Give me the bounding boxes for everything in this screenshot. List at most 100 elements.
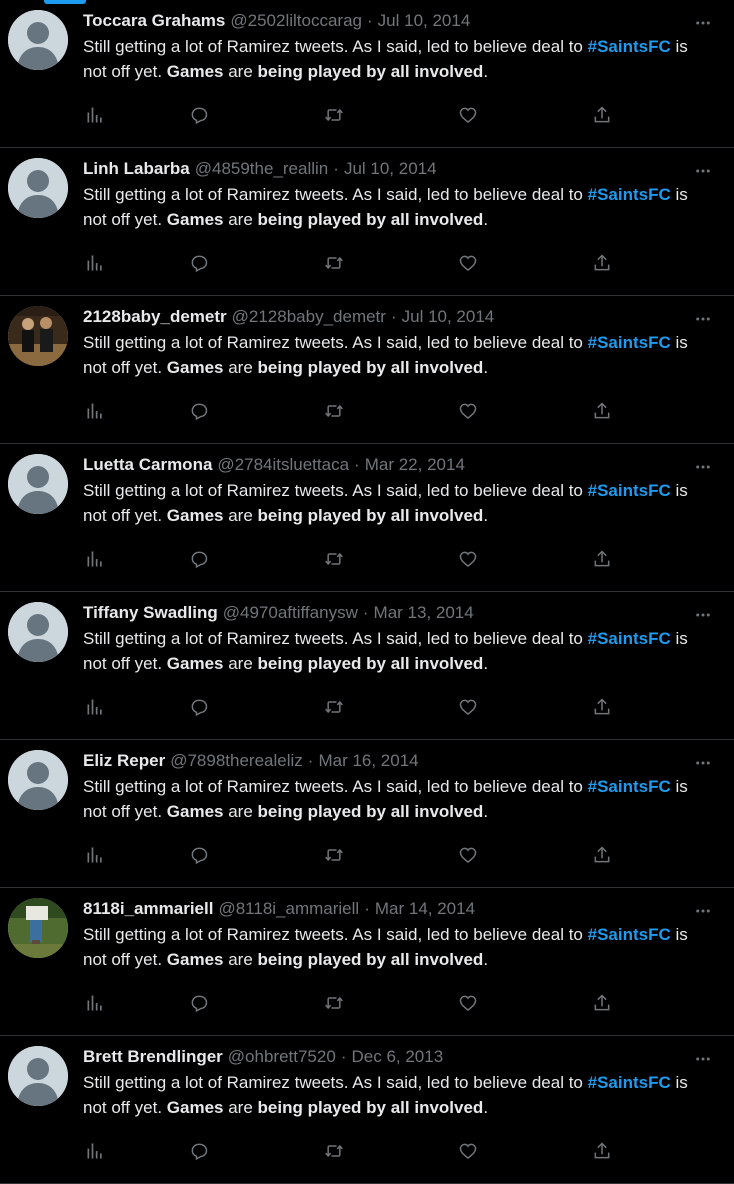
reply-icon[interactable]: [187, 695, 211, 719]
analytics-icon[interactable]: [83, 695, 107, 719]
avatar[interactable]: [8, 306, 68, 366]
analytics-icon[interactable]: [83, 103, 107, 127]
author-handle[interactable]: @8118i_ammariell: [218, 898, 359, 920]
like-icon[interactable]: [456, 103, 480, 127]
analytics-icon[interactable]: [83, 251, 107, 275]
reply-icon[interactable]: [187, 1139, 211, 1163]
author-name[interactable]: Tiffany Swadling: [83, 602, 218, 624]
hashtag-link[interactable]: #SaintsFC: [588, 777, 671, 796]
tweet-card[interactable]: 2128baby_demetr @2128baby_demetr · Jul 1…: [0, 296, 734, 444]
retweet-icon[interactable]: [322, 843, 346, 867]
share-icon[interactable]: [590, 399, 614, 423]
hashtag-link[interactable]: #SaintsFC: [588, 333, 671, 352]
author-name[interactable]: Toccara Grahams: [83, 10, 225, 32]
avatar[interactable]: [8, 1046, 68, 1106]
author-handle[interactable]: @2502liltoccarag: [230, 10, 362, 32]
author-name[interactable]: Brett Brendlinger: [83, 1046, 223, 1068]
retweet-icon[interactable]: [322, 991, 346, 1015]
separator-dot: ·: [340, 1047, 347, 1066]
share-icon[interactable]: [590, 251, 614, 275]
like-icon[interactable]: [456, 991, 480, 1015]
more-options-icon[interactable]: [688, 457, 718, 477]
more-options-icon[interactable]: [688, 901, 718, 921]
tweet-header: Toccara Grahams @2502liltoccarag · Jul 1…: [83, 10, 714, 32]
more-options-icon[interactable]: [688, 161, 718, 181]
retweet-icon[interactable]: [322, 547, 346, 571]
tweet-card[interactable]: 8118i_ammariell @8118i_ammariell · Mar 1…: [0, 888, 734, 1036]
author-handle[interactable]: @2128baby_demetr: [232, 306, 386, 328]
hashtag-link[interactable]: #SaintsFC: [588, 629, 671, 648]
like-icon[interactable]: [456, 251, 480, 275]
avatar[interactable]: [8, 750, 68, 810]
author-name[interactable]: Linh Labarba: [83, 158, 190, 180]
analytics-icon[interactable]: [83, 991, 107, 1015]
tweet-card[interactable]: Luetta Carmona @2784itsluettaca · Mar 22…: [0, 444, 734, 592]
hashtag-link[interactable]: #SaintsFC: [588, 925, 671, 944]
tweet-card[interactable]: Eliz Reper @7898therealeliz · Mar 16, 20…: [0, 740, 734, 888]
hashtag-link[interactable]: #SaintsFC: [588, 37, 671, 56]
avatar[interactable]: [8, 602, 68, 662]
tweet-date[interactable]: Mar 22, 2014: [365, 454, 465, 476]
tweet-card[interactable]: Linh Labarba @4859the_reallin · Jul 10, …: [0, 148, 734, 296]
more-options-icon[interactable]: [688, 605, 718, 625]
tweet-date[interactable]: Dec 6, 2013: [351, 1046, 443, 1068]
author-name[interactable]: Eliz Reper: [83, 750, 165, 772]
reply-icon[interactable]: [187, 843, 211, 867]
reply-icon[interactable]: [187, 251, 211, 275]
avatar[interactable]: [8, 158, 68, 218]
author-handle[interactable]: @2784itsluettaca: [217, 454, 349, 476]
retweet-icon[interactable]: [322, 251, 346, 275]
like-icon[interactable]: [456, 547, 480, 571]
retweet-icon[interactable]: [322, 103, 346, 127]
hashtag-link[interactable]: #SaintsFC: [588, 185, 671, 204]
bold-text: being played by all involved: [257, 506, 484, 525]
tweet-header: Luetta Carmona @2784itsluettaca · Mar 22…: [83, 454, 714, 476]
more-options-icon[interactable]: [688, 309, 718, 329]
analytics-icon[interactable]: [83, 399, 107, 423]
avatar[interactable]: [8, 454, 68, 514]
tweet-date[interactable]: Jul 10, 2014: [402, 306, 495, 328]
reply-icon[interactable]: [187, 103, 211, 127]
analytics-icon[interactable]: [83, 843, 107, 867]
share-icon[interactable]: [590, 695, 614, 719]
like-icon[interactable]: [456, 843, 480, 867]
like-icon[interactable]: [456, 1139, 480, 1163]
avatar[interactable]: [8, 898, 68, 958]
tweet-date[interactable]: Mar 14, 2014: [375, 898, 475, 920]
author-handle[interactable]: @ohbrett7520: [228, 1046, 336, 1068]
tweet-date[interactable]: Jul 10, 2014: [378, 10, 471, 32]
share-icon[interactable]: [590, 843, 614, 867]
tweet-date[interactable]: Jul 10, 2014: [344, 158, 437, 180]
retweet-icon[interactable]: [322, 1139, 346, 1163]
analytics-icon[interactable]: [83, 547, 107, 571]
author-name[interactable]: 2128baby_demetr: [83, 306, 227, 328]
retweet-icon[interactable]: [322, 695, 346, 719]
author-handle[interactable]: @4970aftiffanysw: [223, 602, 358, 624]
reply-icon[interactable]: [187, 399, 211, 423]
like-icon[interactable]: [456, 695, 480, 719]
tweet-date[interactable]: Mar 16, 2014: [318, 750, 418, 772]
retweet-icon[interactable]: [322, 399, 346, 423]
author-name[interactable]: Luetta Carmona: [83, 454, 212, 476]
analytics-icon[interactable]: [83, 1139, 107, 1163]
more-options-icon[interactable]: [688, 1049, 718, 1069]
like-icon[interactable]: [456, 399, 480, 423]
tweet-card[interactable]: Tiffany Swadling @4970aftiffanysw · Mar …: [0, 592, 734, 740]
author-name[interactable]: 8118i_ammariell: [83, 898, 213, 920]
more-options-icon[interactable]: [688, 753, 718, 773]
author-handle[interactable]: @4859the_reallin: [195, 158, 329, 180]
share-icon[interactable]: [590, 547, 614, 571]
share-icon[interactable]: [590, 991, 614, 1015]
hashtag-link[interactable]: #SaintsFC: [588, 1073, 671, 1092]
reply-icon[interactable]: [187, 991, 211, 1015]
share-icon[interactable]: [590, 103, 614, 127]
share-icon[interactable]: [590, 1139, 614, 1163]
more-options-icon[interactable]: [688, 13, 718, 33]
avatar[interactable]: [8, 10, 68, 70]
author-handle[interactable]: @7898therealeliz: [170, 750, 303, 772]
tweet-card[interactable]: Brett Brendlinger @ohbrett7520 · Dec 6, …: [0, 1036, 734, 1184]
reply-icon[interactable]: [187, 547, 211, 571]
hashtag-link[interactable]: #SaintsFC: [588, 481, 671, 500]
tweet-date[interactable]: Mar 13, 2014: [374, 602, 474, 624]
tweet-card[interactable]: Toccara Grahams @2502liltoccarag · Jul 1…: [0, 0, 734, 148]
